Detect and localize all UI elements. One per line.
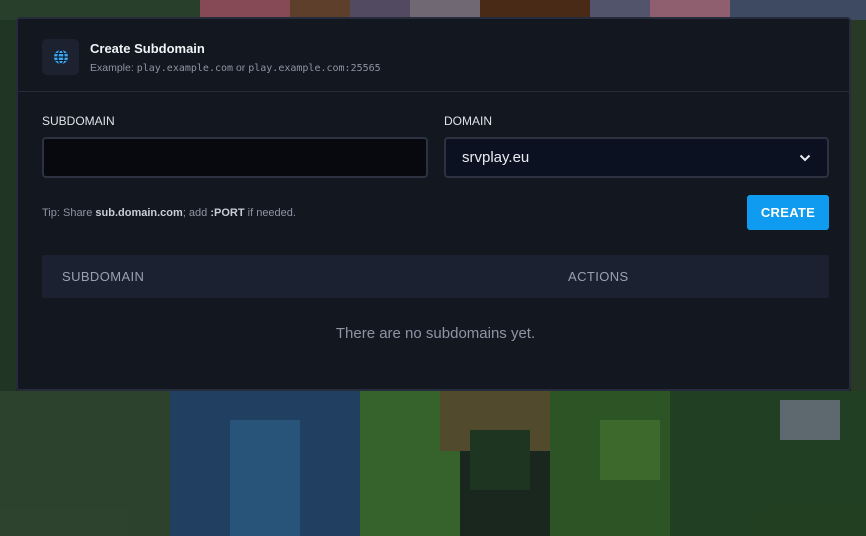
example-text: Example: play.example.com or play.exampl… bbox=[90, 62, 381, 74]
panel-title: Create Subdomain bbox=[90, 41, 205, 56]
example-or: or bbox=[235, 62, 246, 74]
create-subdomain-panel: Create Subdomain Example: play.example.c… bbox=[16, 17, 851, 391]
tip-suffix: if needed. bbox=[247, 207, 296, 219]
example-domain: play.example.com bbox=[136, 63, 234, 74]
tip-middle: ; add bbox=[182, 207, 208, 219]
empty-state-message: There are no subdomains yet. bbox=[335, 325, 536, 342]
panel-header: Create Subdomain Example: play.example.c… bbox=[18, 19, 849, 92]
domain-select[interactable]: srvplay.eu bbox=[444, 137, 829, 178]
tip-text: Tip: Share sub.domain.com; add :PORT if … bbox=[42, 207, 296, 219]
subdomains-table-header: SUBDOMAIN ACTIONS bbox=[42, 255, 829, 298]
create-button[interactable]: CREATE bbox=[747, 195, 829, 230]
domain-selected-value: srvplay.eu bbox=[462, 149, 530, 166]
subdomain-input[interactable] bbox=[42, 137, 428, 178]
tip-port: :PORT bbox=[210, 207, 245, 219]
example-prefix: Example: bbox=[90, 62, 134, 74]
globe-icon bbox=[53, 49, 68, 65]
example-domain-port: play.example.com:25565 bbox=[248, 63, 381, 74]
tip-prefix: Tip: Share bbox=[42, 207, 93, 219]
column-header-actions: ACTIONS bbox=[568, 269, 629, 284]
tip-domain: sub.domain.com bbox=[95, 207, 183, 219]
globe-icon-box bbox=[42, 39, 79, 75]
column-header-subdomain: SUBDOMAIN bbox=[62, 269, 145, 284]
chevron-down-icon bbox=[799, 154, 811, 161]
domain-label: DOMAIN bbox=[444, 114, 492, 128]
subdomain-label: SUBDOMAIN bbox=[42, 114, 115, 128]
